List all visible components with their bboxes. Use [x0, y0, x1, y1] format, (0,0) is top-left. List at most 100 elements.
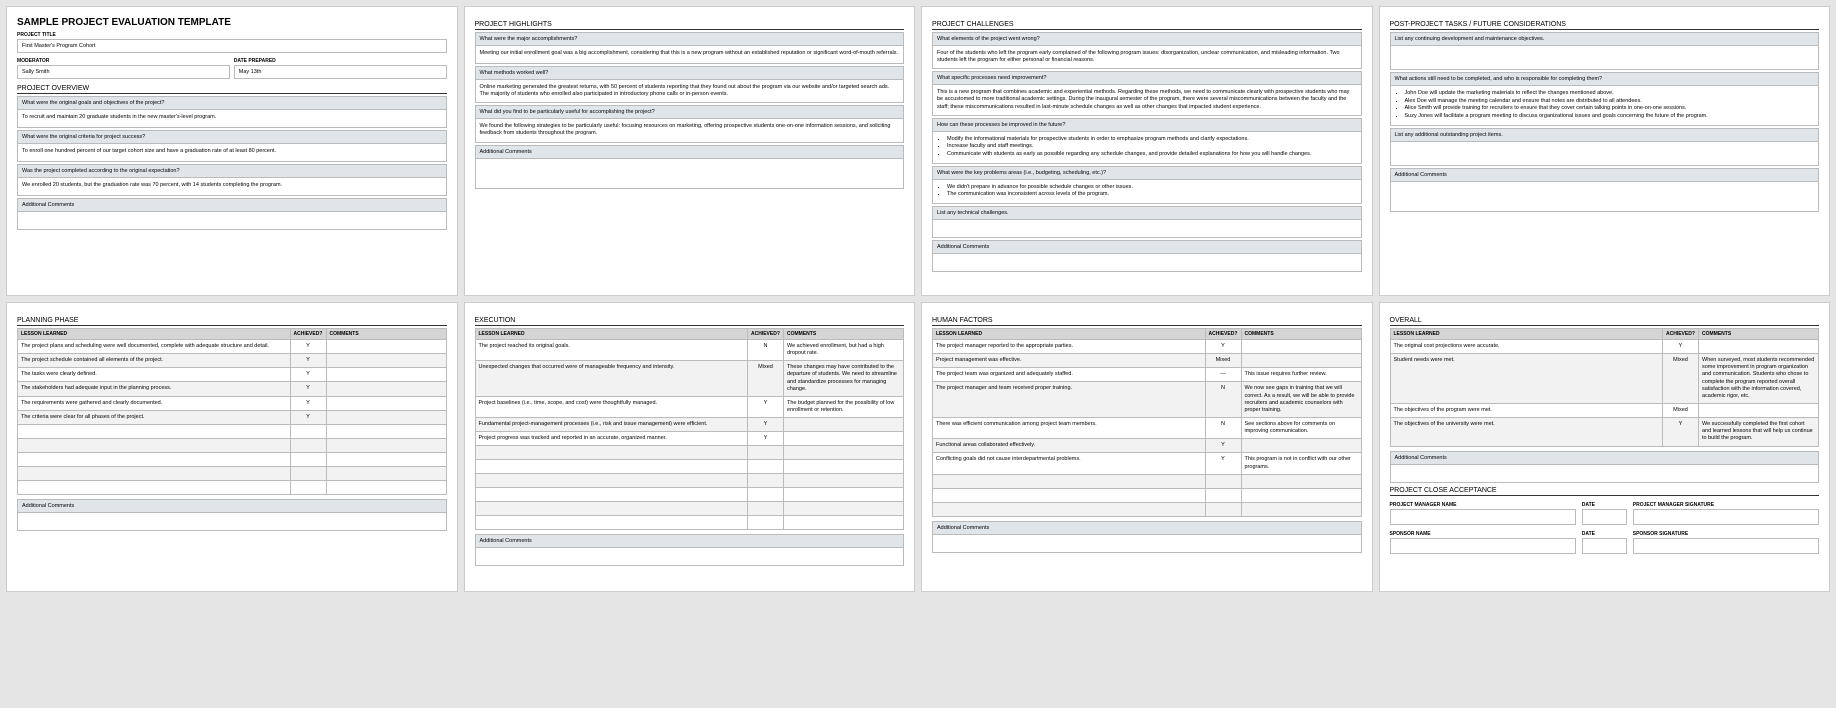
q-improve: What specific processes need improvement… [932, 71, 1362, 85]
additional-comments-field[interactable] [17, 212, 447, 230]
a-technical[interactable] [932, 220, 1362, 238]
comments-cell [784, 418, 904, 432]
achieved-cell: Y [748, 418, 784, 432]
table-row-empty [18, 438, 447, 452]
comments-cell: We successfully completed the first coho… [1699, 418, 1819, 446]
lesson-cell: The original cost projections were accur… [1390, 340, 1663, 354]
lesson-cell: The project team was organized and adequ… [933, 368, 1206, 382]
table-row: Fundamental project-management processes… [475, 418, 904, 432]
table-row-empty [18, 480, 447, 494]
table-row: Project management was effective.Mixed [933, 354, 1362, 368]
future-list: Modify the informational materials for p… [937, 136, 1357, 159]
th-achieved: ACHIEVED? [1663, 329, 1699, 340]
th-achieved: ACHIEVED? [290, 329, 326, 340]
lesson-cell: The tasks were clearly defined. [18, 368, 291, 382]
a-outstanding[interactable] [1390, 142, 1820, 166]
additional-comments-field[interactable] [17, 513, 447, 531]
lesson-cell: The project manager reported to the appr… [933, 340, 1206, 354]
a-accomplishments[interactable]: Meeting our initial enrollment goal was … [475, 46, 905, 64]
additional-comments-field[interactable] [1390, 465, 1820, 483]
lesson-cell: The project manager and team received pr… [933, 382, 1206, 418]
comments-cell: When surveyed, most students recommended… [1699, 354, 1819, 404]
pm-date-field[interactable] [1582, 509, 1627, 525]
lesson-cell: There was efficient communication among … [933, 417, 1206, 438]
a-actions[interactable]: John Doe will update the marketing mater… [1390, 86, 1820, 126]
post-project-heading: POST-PROJECT TASKS / FUTURE CONSIDERATIO… [1390, 21, 1820, 30]
a-continuing[interactable] [1390, 46, 1820, 70]
achieved-cell: N [1205, 382, 1241, 418]
list-item: The communication was inconsistent acros… [947, 191, 1357, 199]
lesson-cell: Project progress was tracked and reporte… [475, 432, 748, 446]
date-label: DATE [1582, 502, 1627, 508]
table-row-empty [475, 502, 904, 516]
comments-cell [1699, 340, 1819, 354]
page-2: PROJECT HIGHLIGHTS What were the major a… [464, 6, 916, 296]
table-row-empty [475, 488, 904, 502]
achieved-cell: N [1205, 417, 1241, 438]
q-methods: What methods worked well? [475, 66, 905, 80]
additional-comments-field[interactable] [475, 548, 905, 566]
comments-cell [1241, 340, 1361, 354]
th-lesson: LESSON LEARNED [933, 329, 1206, 340]
a-wrong[interactable]: Four of the students who left the progra… [932, 46, 1362, 69]
sponsor-sig-field[interactable] [1633, 538, 1819, 554]
a-expectation[interactable]: We enrolled 20 students, but the graduat… [17, 178, 447, 196]
th-achieved: ACHIEVED? [1205, 329, 1241, 340]
q-outstanding: List any additional outstanding project … [1390, 128, 1820, 142]
table-row: The original cost projections were accur… [1390, 340, 1819, 354]
table-row: The criteria were clear for all phases o… [18, 410, 447, 424]
moderator-field[interactable]: Sally Smith [17, 65, 230, 79]
pm-name-field[interactable] [1390, 509, 1576, 525]
th-lesson: LESSON LEARNED [18, 329, 291, 340]
additional-comments-field[interactable] [1390, 182, 1820, 212]
lesson-cell: Project management was effective. [933, 354, 1206, 368]
q-criteria: What were the original criteria for proj… [17, 130, 447, 144]
table-row-empty [933, 474, 1362, 488]
a-methods[interactable]: Online marketing generated the greatest … [475, 80, 905, 103]
pm-sig-field[interactable] [1633, 509, 1819, 525]
table-row-empty [18, 466, 447, 480]
planning-table: LESSON LEARNED ACHIEVED? COMMENTS The pr… [17, 328, 447, 495]
list-item: Increase faculty and staff meetings. [947, 143, 1357, 151]
table-row-empty [933, 502, 1362, 516]
a-useful[interactable]: We found the following strategies to be … [475, 119, 905, 142]
list-item: Alice Smith will provide training for re… [1405, 105, 1815, 113]
additional-comments-field[interactable] [932, 254, 1362, 272]
sponsor-name-field[interactable] [1390, 538, 1576, 554]
a-future[interactable]: Modify the informational materials for p… [932, 132, 1362, 164]
comments-cell [326, 354, 446, 368]
additional-comments-field[interactable] [932, 535, 1362, 553]
additional-comments-field[interactable] [475, 159, 905, 189]
a-goals[interactable]: To recruit and maintain 20 graduate stud… [17, 110, 447, 128]
additional-comments-label: Additional Comments [932, 240, 1362, 254]
table-row-empty [475, 516, 904, 530]
table-row-empty [18, 452, 447, 466]
comments-cell [326, 340, 446, 354]
date-label: DATE [1582, 531, 1627, 537]
list-item: Communicate with students as early as po… [947, 151, 1357, 159]
page-8: OVERALL LESSON LEARNED ACHIEVED? COMMENT… [1379, 302, 1831, 592]
achieved-cell: Y [1205, 340, 1241, 354]
achieved-cell: Y [748, 396, 784, 417]
a-problem-areas[interactable]: We didn't prepare in advance for possibl… [932, 180, 1362, 204]
table-row: The objectives of the university were me… [1390, 418, 1819, 446]
a-criteria[interactable]: To enroll one hundred percent of our tar… [17, 144, 447, 162]
table-row: Functional areas collaborated effectivel… [933, 439, 1362, 453]
list-item: John Doe will update the marketing mater… [1405, 90, 1815, 98]
list-item: Alex Doe will manage the meeting calenda… [1405, 98, 1815, 106]
a-improve[interactable]: This is a new program that combines acad… [932, 85, 1362, 115]
template-title: SAMPLE PROJECT EVALUATION TEMPLATE [17, 17, 447, 28]
overall-table: LESSON LEARNED ACHIEVED? COMMENTS The or… [1390, 328, 1820, 447]
th-lesson: LESSON LEARNED [475, 329, 748, 340]
additional-comments-label: Additional Comments [932, 521, 1362, 535]
sponsor-date-field[interactable] [1582, 538, 1627, 554]
th-comments: COMMENTS [1699, 329, 1819, 340]
planning-phase-heading: PLANNING PHASE [17, 317, 447, 326]
project-title-field[interactable]: First Master's Program Cohort [17, 39, 447, 53]
date-prepared-field[interactable]: May 13th [234, 65, 447, 79]
additional-comments-label: Additional Comments [1390, 168, 1820, 182]
table-row: The stakeholders had adequate input in t… [18, 382, 447, 396]
human-factors-heading: HUMAN FACTORS [932, 317, 1362, 326]
comments-cell: We achieved enrollment, but had a high d… [784, 340, 904, 361]
table-row-empty [475, 460, 904, 474]
